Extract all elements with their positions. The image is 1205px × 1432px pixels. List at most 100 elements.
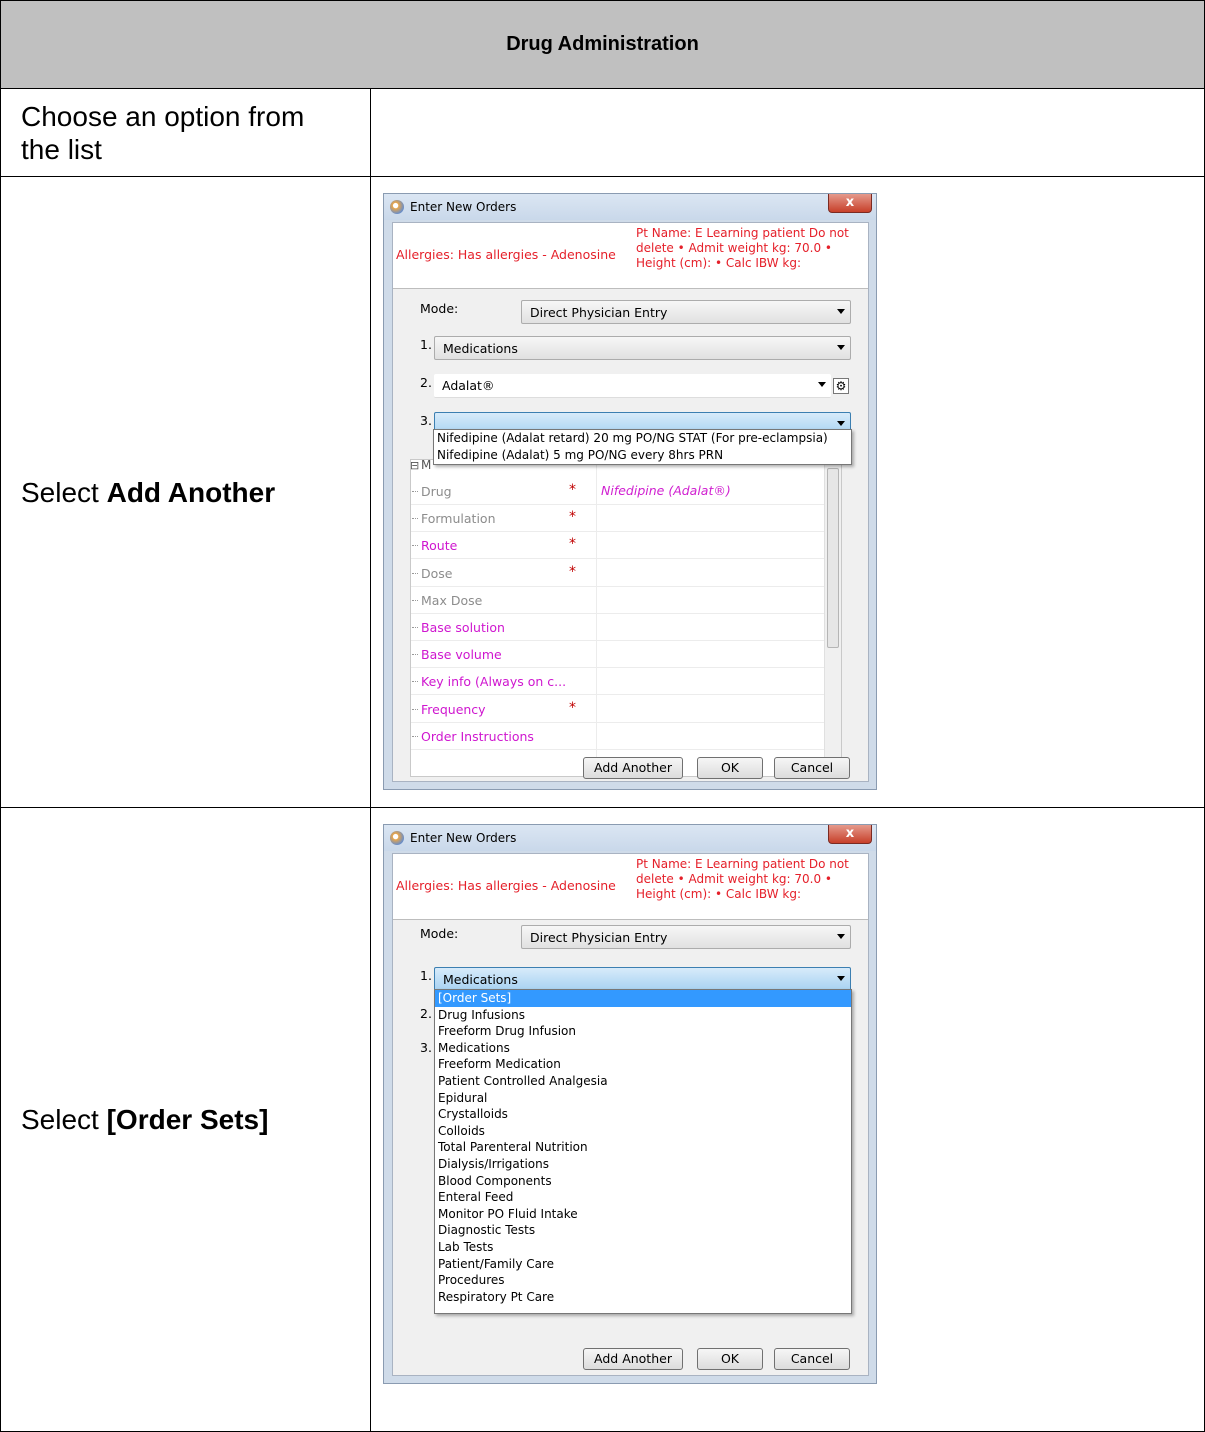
- grid-row[interactable]: Formulation *: [411, 505, 826, 533]
- grid-row-label: Base solution: [412, 620, 505, 635]
- grid-row[interactable]: Dose *: [411, 560, 826, 587]
- instruction-bold: [Order Sets]: [106, 1104, 269, 1135]
- grid-row[interactable]: Frequency *: [411, 696, 826, 723]
- category-option[interactable]: Freeform Drug Infusion: [438, 1023, 851, 1040]
- chevron-down-icon: [837, 345, 845, 350]
- category-select[interactable]: Medications: [434, 967, 851, 991]
- grid-row[interactable]: Base volume: [411, 641, 826, 669]
- category-option[interactable]: Colloids: [438, 1123, 851, 1140]
- grid-row[interactable]: Order Instructions: [411, 723, 826, 750]
- patient-info: Pt Name: E Learning patient Do not delet…: [636, 226, 849, 270]
- grid-row-value[interactable]: Nifedipine (Adalat®): [601, 483, 731, 498]
- required-marker: *: [569, 509, 576, 526]
- category-option[interactable]: Patient/Family Care: [438, 1256, 851, 1273]
- cancel-button[interactable]: Cancel: [774, 1348, 850, 1370]
- order-sentence-option[interactable]: Nifedipine (Adalat retard) 20 mg PO/NG S…: [437, 430, 851, 447]
- dialog-title: Enter New Orders: [410, 831, 517, 845]
- grid-row[interactable]: Base solution: [411, 614, 826, 641]
- allergies-text: Allergies: Has allergies - Adenosine: [396, 247, 616, 262]
- order-details-grid: ⊟ M Drug * Nifedipine (Adalat®) Formulation…: [410, 458, 842, 777]
- category-option[interactable]: Crystalloids: [438, 1106, 851, 1123]
- allergies-text: Allergies: Has allergies - Adenosine: [396, 878, 616, 893]
- grid-row-label: Route: [411, 538, 458, 554]
- category-option[interactable]: Dialysis/Irrigations: [438, 1156, 851, 1173]
- mode-label: Mode:: [420, 301, 459, 316]
- category-option[interactable]: Drug Infusions: [438, 1007, 851, 1024]
- category-option[interactable]: [Order Sets]: [435, 990, 851, 1007]
- grid-row[interactable]: Route *: [411, 532, 826, 560]
- close-icon[interactable]: x: [828, 194, 872, 213]
- title-bar: Enter New Orders x: [384, 825, 876, 851]
- table-title: Drug Administration: [506, 33, 699, 55]
- category-option[interactable]: Freeform Medication: [438, 1056, 851, 1073]
- required-marker: *: [569, 482, 576, 498]
- category-option[interactable]: Enteral Feed: [438, 1189, 851, 1206]
- category-option[interactable]: Total Parenteral Nutrition: [438, 1139, 851, 1156]
- grid-row-label: Dose: [411, 565, 453, 581]
- category-option[interactable]: Diagnostic Tests: [438, 1222, 851, 1239]
- category-option[interactable]: Monitor PO Fluid Intake: [438, 1206, 851, 1223]
- grid-row-label: Formulation: [412, 511, 496, 527]
- gear-icon[interactable]: ⚙: [833, 378, 849, 394]
- required-marker: *: [569, 536, 576, 553]
- ok-button[interactable]: OK: [697, 1348, 763, 1370]
- patient-info: Pt Name: E Learning patient Do not delet…: [636, 857, 849, 901]
- table-header: Drug Administration: [0, 0, 1205, 89]
- enter-new-orders-dialog: Enter New Orders x Allergies: Has allerg…: [383, 824, 877, 1384]
- enter-new-orders-dialog: Enter New Orders x Allergies: Has allerg…: [383, 193, 877, 790]
- patient-banner: Allergies: Has allergies - Adenosine Pt …: [393, 854, 868, 920]
- patient-banner: Allergies: Has allergies - Adenosine Pt …: [393, 223, 868, 289]
- category-option[interactable]: Patient Controlled Analgesia: [438, 1073, 851, 1090]
- category-option[interactable]: Respiratory Pt Care: [438, 1289, 851, 1306]
- grid-row-label: Order Instructions: [412, 728, 534, 744]
- grid-group-label: M: [421, 458, 432, 472]
- dialog-title: Enter New Orders: [410, 200, 517, 214]
- instruction-bold: Add Another: [106, 476, 276, 508]
- step-instruction: Select [Order Sets]: [21, 1104, 269, 1135]
- grid-row[interactable]: Key info (Always on c...: [411, 668, 826, 696]
- screenshot-cell-empty: [370, 88, 1205, 177]
- mode-select[interactable]: Direct Physician Entry: [521, 300, 851, 324]
- close-icon[interactable]: x: [828, 825, 872, 844]
- step2-label: 2.: [420, 375, 432, 390]
- grid-row-label: Frequency: [412, 701, 486, 717]
- order-sentence-option[interactable]: Nifedipine (Adalat) 5 mg PO/NG every 8hr…: [437, 447, 851, 464]
- step-instruction-cell: Select Add Another: [0, 176, 371, 808]
- step2-label: 2.: [420, 1006, 432, 1021]
- step-instruction-cell: Choose an option from the list: [0, 88, 371, 177]
- app-icon: [390, 200, 404, 214]
- drug-select[interactable]: Adalat®: [434, 374, 831, 398]
- mode-label: Mode:: [420, 926, 459, 941]
- order-sentence-dropdown: Nifedipine (Adalat retard) 20 mg PO/NG S…: [433, 429, 852, 465]
- grid-row-label: Max Dose: [411, 592, 483, 608]
- category-select[interactable]: Medications: [434, 336, 851, 360]
- scroll-thumb[interactable]: [827, 468, 839, 648]
- step-instruction: Select Add Another: [21, 476, 276, 508]
- category-option[interactable]: Blood Components: [438, 1173, 851, 1190]
- chevron-down-icon: [837, 421, 845, 426]
- add-another-button[interactable]: Add Another: [583, 1348, 683, 1370]
- step-instruction: Choose an option from the list: [21, 100, 305, 165]
- expand-icon[interactable]: ⊟: [410, 459, 419, 472]
- app-icon: [390, 831, 404, 845]
- required-marker: *: [569, 699, 576, 716]
- grid-scrollbar[interactable]: [824, 460, 841, 776]
- grid-row[interactable]: Max Dose: [411, 587, 826, 614]
- category-option[interactable]: Medications: [438, 1040, 851, 1057]
- grid-row-label: Drug: [412, 484, 452, 499]
- category-option[interactable]: Lab Tests: [438, 1239, 851, 1256]
- chevron-down-icon: [818, 382, 826, 387]
- category-option[interactable]: Procedures: [438, 1272, 851, 1289]
- dialog-body: Allergies: Has allergies - Adenosine Pt …: [392, 222, 869, 782]
- step-instruction-cell: Select [Order Sets]: [0, 807, 371, 1432]
- add-another-button[interactable]: Add Another: [583, 757, 683, 779]
- grid-row[interactable]: Drug * Nifedipine (Adalat®): [411, 478, 826, 505]
- mode-select[interactable]: Direct Physician Entry: [521, 925, 851, 949]
- cancel-button[interactable]: Cancel: [774, 757, 850, 779]
- ok-button[interactable]: OK: [697, 757, 763, 779]
- dialog-body: Allergies: Has allergies - Adenosine Pt …: [392, 853, 869, 1376]
- grid-row-label: Base volume: [412, 647, 502, 663]
- grid-row-label: Key info (Always on c...: [411, 674, 567, 690]
- step3-label: 3.: [420, 1040, 432, 1055]
- category-option[interactable]: Epidural: [438, 1090, 851, 1107]
